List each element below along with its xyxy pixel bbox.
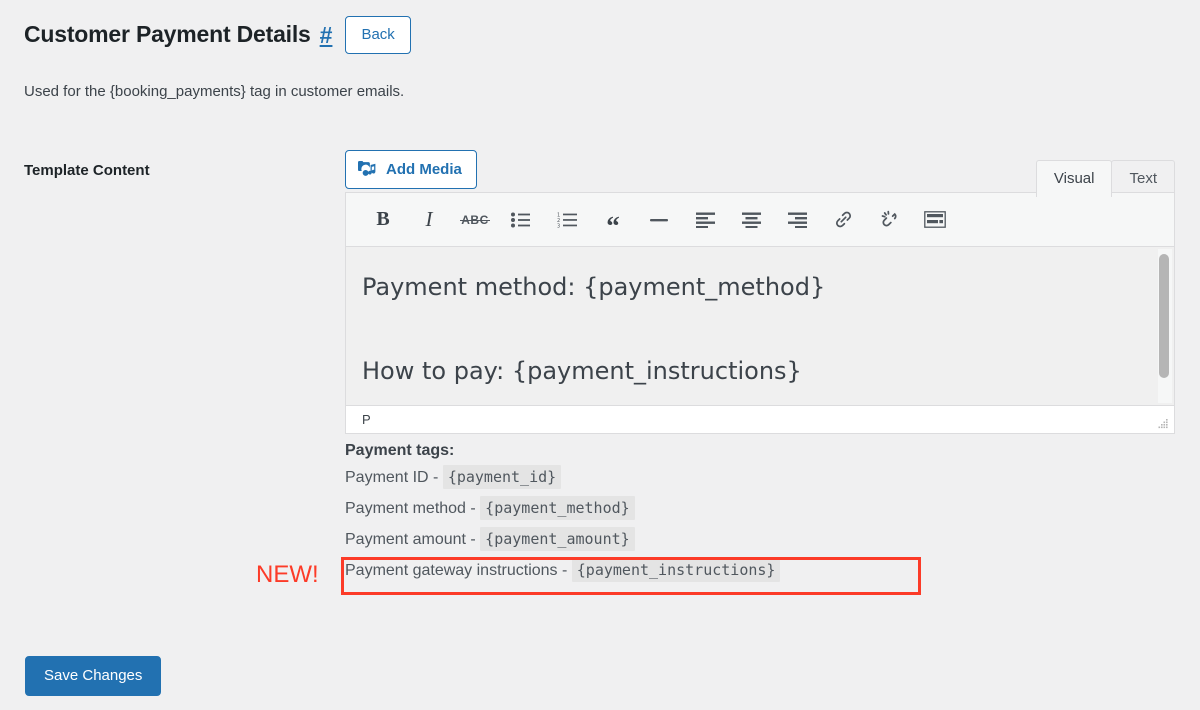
payment-tags-title: Payment tags: <box>345 442 455 459</box>
add-media-label: Add Media <box>386 161 462 178</box>
save-changes-button[interactable]: Save Changes <box>25 656 162 696</box>
tag-row: Payment method - {payment_method} <box>345 493 780 524</box>
editor-toolbar: B I ABC 1 2 3 “ <box>346 193 1174 247</box>
tag-code: {payment_method} <box>480 496 635 520</box>
page-header: Customer Payment Details # Back <box>24 16 411 54</box>
strikethrough-icon[interactable]: ABC <box>452 199 498 241</box>
tag-code: {payment_amount} <box>480 527 635 551</box>
page-root: Customer Payment Details # Back Used for… <box>0 0 1200 710</box>
tag-label: Payment ID - <box>345 469 443 486</box>
payment-tags-list: Payment tags: Payment ID - {payment_id} … <box>345 442 781 586</box>
editor-status-bar: P <box>346 405 1174 433</box>
tag-label: Payment method - <box>345 500 481 517</box>
editor-line-2: How to pay: {payment_instructions} <box>362 357 802 385</box>
italic-icon[interactable]: I <box>406 199 452 241</box>
align-left-icon[interactable] <box>682 199 728 241</box>
editor-content-area[interactable]: Payment method: {payment_method} How to … <box>346 247 1174 405</box>
tag-label: Payment amount - <box>345 531 481 548</box>
page-subtitle: Used for the {booking_payments} tag in c… <box>24 83 405 100</box>
tag-label: Payment gateway instructions - <box>345 562 572 579</box>
align-center-icon[interactable] <box>728 199 774 241</box>
tag-row: Payment ID - {payment_id} <box>345 462 780 493</box>
align-right-icon[interactable] <box>774 199 820 241</box>
page-title: Customer Payment Details <box>24 21 311 48</box>
svg-text:3: 3 <box>557 223 560 227</box>
numbered-list-icon[interactable]: 1 2 3 <box>544 199 590 241</box>
tab-visual[interactable]: Visual <box>1035 160 1113 197</box>
new-annotation-label: NEW! <box>256 561 319 588</box>
insert-link-icon[interactable] <box>820 199 866 241</box>
anchor-link[interactable]: # <box>320 22 333 49</box>
editor-wrapper: Add Media Visual Text B I ABC 1 2 3 “ Pa… <box>345 150 1175 434</box>
bulleted-list-icon[interactable] <box>498 199 544 241</box>
tag-code: {payment_id} <box>442 465 562 489</box>
element-path: P <box>362 412 371 427</box>
horizontal-rule-icon[interactable] <box>636 199 682 241</box>
add-media-icon <box>358 160 377 179</box>
remove-link-icon[interactable] <box>866 199 912 241</box>
tag-code: {payment_instructions} <box>571 558 781 582</box>
tag-row: Payment amount - {payment_amount} <box>345 524 780 555</box>
editor-line-1: Payment method: {payment_method} <box>362 273 826 301</box>
editor-media-bar: Add Media Visual Text <box>345 150 1175 197</box>
editor-scrollbar-thumb[interactable] <box>1159 254 1169 378</box>
add-media-button[interactable]: Add Media <box>345 150 477 189</box>
blockquote-icon[interactable]: “ <box>590 199 636 241</box>
template-content-label: Template Content <box>24 162 150 179</box>
editor-scrollbar-track[interactable] <box>1158 249 1172 403</box>
back-button[interactable]: Back <box>345 16 411 54</box>
tag-row: Payment gateway instructions - {payment_… <box>345 555 781 586</box>
bold-icon[interactable]: B <box>360 199 406 241</box>
resize-handle-icon[interactable] <box>1157 418 1169 430</box>
toolbar-toggle-icon[interactable] <box>912 199 958 241</box>
editor-box: B I ABC 1 2 3 “ Payment method: {payment… <box>345 192 1175 434</box>
